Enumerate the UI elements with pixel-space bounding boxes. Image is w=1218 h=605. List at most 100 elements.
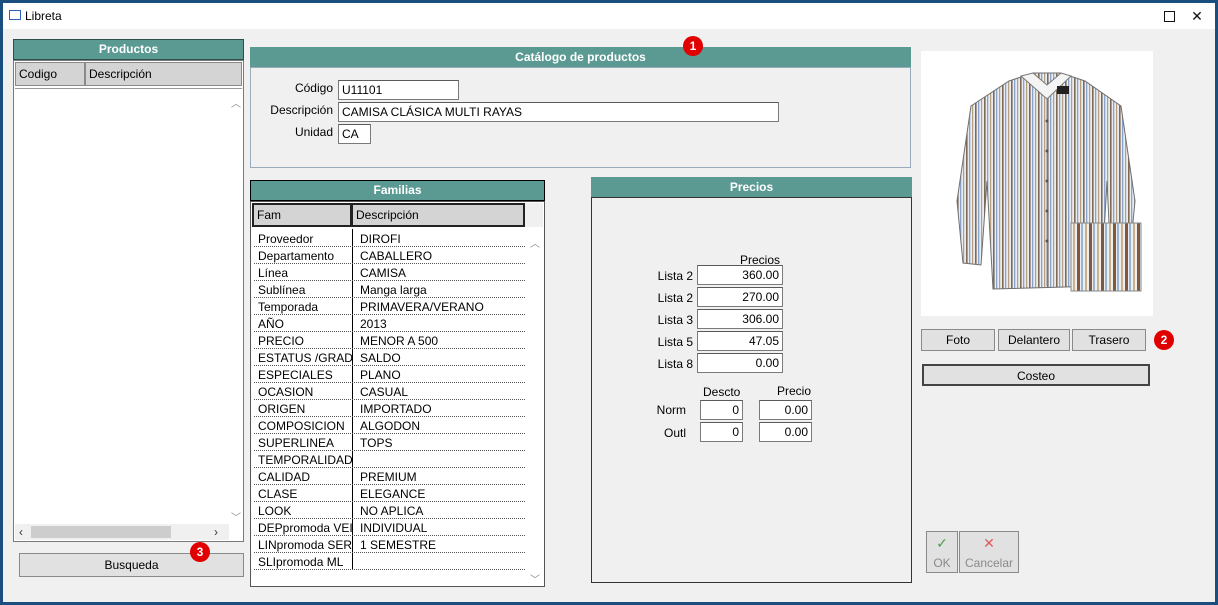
chevron-down-icon[interactable]: ﹀ xyxy=(530,571,540,586)
familias-scroll-corner xyxy=(525,203,543,227)
familia-fam: Proveedor xyxy=(258,232,314,246)
familia-descripcion: MENOR A 500 xyxy=(360,334,439,348)
precio-lista-label: Lista 2 xyxy=(657,269,693,283)
descripcion-field[interactable]: CAMISA CLÁSICA MULTI RAYAS xyxy=(338,102,779,122)
familia-descripcion: CAMISA xyxy=(360,266,407,280)
familia-fam: Sublínea xyxy=(258,283,306,297)
ok-button[interactable]: ✓ OK xyxy=(926,531,958,573)
familia-row[interactable]: Sublínea Manga larga xyxy=(252,281,527,298)
precio-lista-label: Lista 3 xyxy=(657,313,693,327)
familia-row-separator xyxy=(254,569,525,570)
familia-row[interactable]: Línea CAMISA xyxy=(252,264,527,281)
chevron-up-icon[interactable]: ︿ xyxy=(231,95,241,110)
chevron-down-icon[interactable]: ﹀ xyxy=(231,509,241,524)
familia-row[interactable]: PRECIO MENOR A 500 xyxy=(252,332,527,349)
outl-descto-field[interactable]: 0 xyxy=(700,422,743,442)
maximize-button[interactable] xyxy=(1157,6,1181,26)
familia-row[interactable]: CALIDAD PREMIUM xyxy=(252,468,527,485)
productos-col-codigo[interactable]: Codigo xyxy=(15,62,85,86)
familia-row[interactable]: DEPpromoda VEI INDIVIDUAL xyxy=(252,519,527,536)
familias-header: Familias xyxy=(250,180,545,201)
familias-col-descripcion[interactable]: Descripción xyxy=(352,203,525,227)
familia-row[interactable]: LINpromoda SER 1 SEMESTRE xyxy=(252,536,527,553)
codigo-field[interactable]: U11101 xyxy=(338,80,459,100)
familia-row[interactable]: CLASE ELEGANCE xyxy=(252,485,527,502)
delantero-button[interactable]: Delantero xyxy=(998,329,1070,351)
familia-descripcion: TOPS xyxy=(360,436,393,450)
familia-row[interactable]: SLIpromoda ML xyxy=(252,553,527,570)
close-icon: ✕ xyxy=(1191,8,1203,24)
familias-vscrollbar[interactable] xyxy=(526,227,543,585)
familia-row[interactable]: Proveedor DIROFI xyxy=(252,230,527,247)
productos-divider xyxy=(15,88,242,89)
cancelar-button[interactable]: ✕ Cancelar xyxy=(959,531,1019,573)
productos-list[interactable] xyxy=(13,60,244,542)
busqueda-button[interactable]: Busqueda xyxy=(19,553,244,577)
costeo-button[interactable]: Costeo xyxy=(922,364,1150,386)
familia-fam: ESTATUS /GRADC xyxy=(258,351,352,365)
ok-label: OK xyxy=(933,556,951,570)
unidad-field[interactable]: CA xyxy=(338,124,371,144)
familia-row[interactable]: ORIGEN IMPORTADO xyxy=(252,400,527,417)
familia-row[interactable]: SUPERLINEA TOPS xyxy=(252,434,527,451)
familia-fam: SLIpromoda ML xyxy=(258,555,344,569)
familias-rows: Proveedor DIROFI Departamento CABALLERO Líne… xyxy=(252,230,527,580)
descto-header: Descto xyxy=(703,385,741,399)
chevron-left-icon[interactable]: ‹ xyxy=(19,525,23,539)
precio-lista-field[interactable]: 270.00 xyxy=(697,287,783,307)
familia-fam: OCASION xyxy=(258,385,314,399)
norm-precio-field[interactable]: 0.00 xyxy=(759,400,812,420)
x-icon: ✕ xyxy=(983,535,995,551)
familia-row[interactable]: TEMPORALIDAD xyxy=(252,451,527,468)
familia-row[interactable]: Departamento CABALLERO xyxy=(252,247,527,264)
familia-row[interactable]: ESTATUS /GRADC SALDO xyxy=(252,349,527,366)
precios-list: Lista 2 360.00 Lista 2 270.00 Lista 3 306.00 L… xyxy=(633,265,783,375)
chevron-up-icon[interactable]: ︿ xyxy=(530,235,540,250)
precio-lista-field[interactable]: 0.00 xyxy=(697,353,783,373)
outl-label: Outl xyxy=(663,426,686,440)
foto-button[interactable]: Foto xyxy=(921,329,995,351)
familias-col-fam[interactable]: Fam xyxy=(252,203,352,227)
familia-row[interactable]: Temporada PRIMAVERA/VERANO xyxy=(252,298,527,315)
precio-lista-field[interactable]: 306.00 xyxy=(697,309,783,329)
shirt-illustration xyxy=(956,72,1142,292)
familia-fam: DEPpromoda VEI xyxy=(258,521,352,535)
close-button[interactable]: ✕ xyxy=(1185,6,1209,26)
familia-row[interactable]: LOOK NO APLICA xyxy=(252,502,527,519)
trasero-button[interactable]: Trasero xyxy=(1072,329,1146,351)
familia-descripcion: 1 SEMESTRE xyxy=(360,538,437,552)
familia-row[interactable]: OCASION CASUAL xyxy=(252,383,527,400)
familia-descripcion: PRIMAVERA/VERANO xyxy=(360,300,484,314)
productos-col-descripcion[interactable]: Descripción xyxy=(85,62,242,86)
familia-row[interactable]: COMPOSICION ALGODON xyxy=(252,417,527,434)
precios-header: Precios xyxy=(591,177,912,197)
familia-descripcion: SALDO xyxy=(360,351,401,365)
chevron-right-icon[interactable]: › xyxy=(214,525,218,539)
familia-descripcion: PLANO xyxy=(360,368,401,382)
familia-row[interactable]: AÑO 2013 xyxy=(252,315,527,332)
familia-descripcion: INDIVIDUAL xyxy=(360,521,428,535)
precio-lista-label: Lista 5 xyxy=(657,335,693,349)
familia-fam: ESPECIALES xyxy=(258,368,333,382)
norm-descto-field[interactable]: 0 xyxy=(700,400,743,420)
familia-fam: COMPOSICION xyxy=(258,419,345,433)
familia-fam: PRECIO xyxy=(258,334,305,348)
window-title: Libreta xyxy=(25,9,62,23)
precio-lista-field[interactable]: 47.05 xyxy=(697,331,783,351)
familia-fam: TEMPORALIDAD xyxy=(258,453,352,467)
precio-lista-field[interactable]: 360.00 xyxy=(697,265,783,285)
familia-fam: CLASE xyxy=(258,487,298,501)
familia-descripcion: Manga larga xyxy=(360,283,427,297)
familia-descripcion: CASUAL xyxy=(360,385,409,399)
unidad-label: Unidad xyxy=(294,125,333,139)
familia-row[interactable]: ESPECIALES PLANO xyxy=(252,366,527,383)
productos-hscroll-thumb[interactable] xyxy=(31,526,171,538)
descripcion-label: Descripción xyxy=(270,103,333,117)
familia-descripcion: ALGODON xyxy=(360,419,421,433)
outl-precio-field[interactable]: 0.00 xyxy=(759,422,812,442)
familia-fam: SUPERLINEA xyxy=(258,436,335,450)
familia-descripcion: 2013 xyxy=(360,317,387,331)
familia-fam: LOOK xyxy=(258,504,292,518)
familia-fam: LINpromoda SER xyxy=(258,538,352,552)
familia-descripcion: NO APLICA xyxy=(360,504,424,518)
